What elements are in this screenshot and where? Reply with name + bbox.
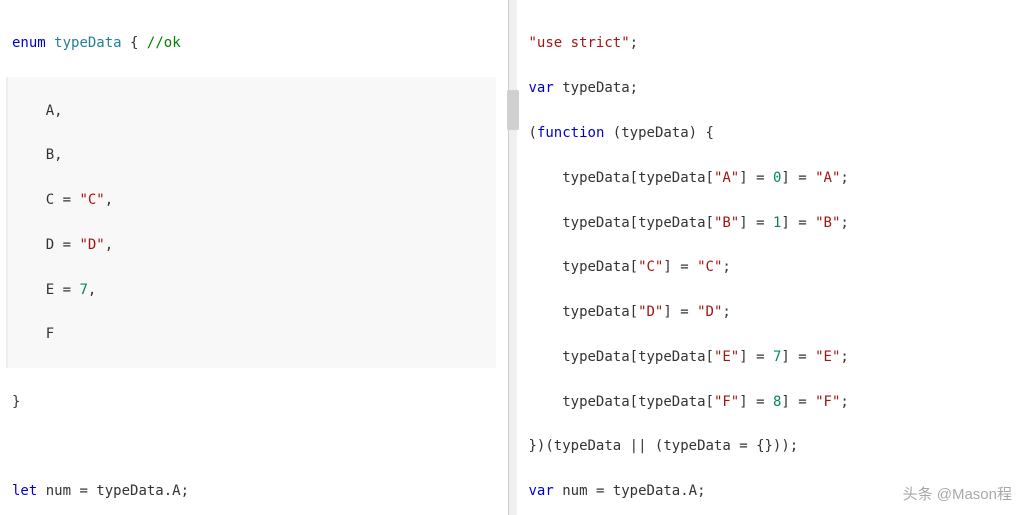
code-line: D = "D", <box>12 234 496 256</box>
statement: typeData[ <box>529 259 639 275</box>
string-literal: "D" <box>638 304 663 320</box>
brace-close: } <box>12 394 20 410</box>
punct: ] = <box>739 215 773 231</box>
keyword-var: var <box>529 80 554 96</box>
punct: , <box>105 192 113 208</box>
code-line: var num = typeData.A; <box>529 480 1013 502</box>
divider-handle-icon[interactable] <box>507 90 519 130</box>
code-line: E = 7, <box>12 279 496 301</box>
panel-divider[interactable] <box>509 0 517 515</box>
punct: ] = <box>663 259 697 275</box>
punct: ] = <box>739 170 773 186</box>
code-line: "use strict"; <box>529 32 1013 54</box>
code-line: typeData["C"] = "C"; <box>529 256 1013 278</box>
code-line: typeData[typeData["F"] = 8] = "F"; <box>529 391 1013 413</box>
string-literal: "D" <box>79 237 104 253</box>
keyword-let: let <box>12 483 37 499</box>
code-line: typeData["D"] = "D"; <box>529 301 1013 323</box>
punct: ] = <box>739 394 773 410</box>
string-literal: "use strict" <box>529 35 630 51</box>
punct: , <box>88 282 96 298</box>
code-line: (function (typeData) { <box>529 122 1013 144</box>
code-line: var typeData; <box>529 77 1013 99</box>
string-literal: "F" <box>815 394 840 410</box>
code-line: F <box>12 323 496 345</box>
enum-body: A, B, C = "C", D = "D", E = 7, F <box>6 77 496 368</box>
statement: num = typeData.A; <box>37 483 189 499</box>
keyword-var: var <box>529 483 554 499</box>
string-literal: "A" <box>714 170 739 186</box>
code-line: let num = typeData.A; <box>12 480 496 502</box>
right-code-panel[interactable]: "use strict"; var typeData; (function (t… <box>517 0 1024 515</box>
statement: (typeData) { <box>604 125 714 141</box>
punct: ; <box>840 394 848 410</box>
string-literal: "C" <box>79 192 104 208</box>
enum-member: D = <box>46 237 80 253</box>
keyword-function: function <box>537 125 604 141</box>
code-line: C = "C", <box>12 189 496 211</box>
brace: { <box>130 35 138 51</box>
enum-member: B, <box>46 147 63 163</box>
statement: typeData[typeData[ <box>529 349 714 365</box>
enum-member: E = <box>46 282 80 298</box>
statement: num = typeData.A; <box>554 483 706 499</box>
punct: ( <box>529 125 537 141</box>
enum-member: C = <box>46 192 80 208</box>
string-literal: "D" <box>697 304 722 320</box>
string-literal: "E" <box>714 349 739 365</box>
left-code-panel[interactable]: enum typeData { //ok A, B, C = "C", D = … <box>0 0 509 515</box>
comment: //ok <box>147 35 181 51</box>
number-literal: 7 <box>79 282 87 298</box>
string-literal: "C" <box>638 259 663 275</box>
punct: ; <box>840 215 848 231</box>
type-name: typeData <box>54 35 121 51</box>
string-literal: "A" <box>815 170 840 186</box>
string-literal: "B" <box>815 215 840 231</box>
code-line: enum typeData { //ok <box>12 32 496 54</box>
string-literal: "B" <box>714 215 739 231</box>
code-line: B, <box>12 144 496 166</box>
enum-member: A, <box>46 103 63 119</box>
statement: typeData[typeData[ <box>529 215 714 231</box>
string-literal: "C" <box>697 259 722 275</box>
string-literal: "E" <box>815 349 840 365</box>
code-line: })(typeData || (typeData = {})); <box>529 435 1013 457</box>
string-literal: "F" <box>714 394 739 410</box>
statement: typeData[typeData[ <box>529 394 714 410</box>
punct: ] = <box>781 394 815 410</box>
statement: })(typeData || (typeData = {})); <box>529 438 799 454</box>
blank-line <box>12 435 496 457</box>
punct: ; <box>840 170 848 186</box>
punct: ] = <box>781 215 815 231</box>
statement: typeData[typeData[ <box>529 170 714 186</box>
punct: ; <box>722 259 730 275</box>
statement: typeData[ <box>529 304 639 320</box>
punct: , <box>105 237 113 253</box>
code-line: A, <box>12 100 496 122</box>
code-line: } <box>12 391 496 413</box>
punct: ] = <box>781 349 815 365</box>
punct: ] = <box>663 304 697 320</box>
keyword-enum: enum <box>12 35 46 51</box>
punct: ; <box>722 304 730 320</box>
code-line: typeData[typeData["A"] = 0] = "A"; <box>529 167 1013 189</box>
punct: ; <box>840 349 848 365</box>
code-line: typeData[typeData["E"] = 7] = "E"; <box>529 346 1013 368</box>
statement: typeData; <box>554 80 638 96</box>
enum-member: F <box>46 326 54 342</box>
punct: ] = <box>739 349 773 365</box>
punct: ; <box>630 35 638 51</box>
punct: ] = <box>781 170 815 186</box>
code-line: typeData[typeData["B"] = 1] = "B"; <box>529 212 1013 234</box>
